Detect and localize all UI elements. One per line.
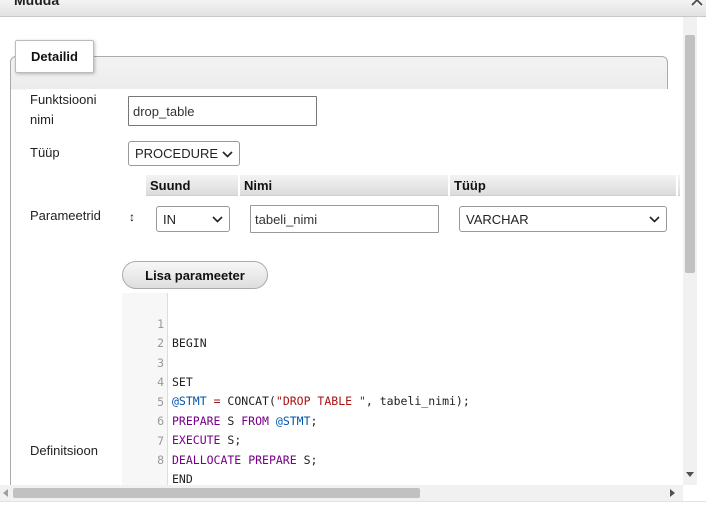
vertical-scrollbar-thumb[interactable] xyxy=(685,35,695,273)
vertical-scrollbar[interactable] xyxy=(683,17,697,485)
code-text: DEALLOCATE PREPARE S; xyxy=(172,453,318,467)
chevron-down-icon xyxy=(222,150,233,158)
function-name-input[interactable] xyxy=(128,96,317,126)
function-name-label-line2: nimi xyxy=(30,112,54,127)
params-label: Parameetrid xyxy=(30,208,101,223)
chevron-up-icon[interactable] xyxy=(690,0,704,13)
params-header: Suund Nimi Tüüp xyxy=(146,175,680,196)
param-header-name: Nimi xyxy=(244,178,273,193)
add-parameter-button[interactable]: Lisa parameeter xyxy=(122,261,268,289)
code-line: 5 PREPARE S FROM @STMT; xyxy=(122,374,317,428)
code-editor[interactable]: 1 BEGIN 2 3 SET 4 @STMT = CONCAT("DROP T… xyxy=(122,293,668,489)
type-select-value: PROCEDURE xyxy=(135,146,219,161)
type-label: Tüüp xyxy=(30,145,60,160)
line-number: 8 xyxy=(157,453,164,467)
param-name-input[interactable] xyxy=(250,205,439,233)
scroll-right-icon[interactable] xyxy=(670,489,676,497)
horizontal-scrollbar-thumb[interactable] xyxy=(13,488,420,498)
code-line: 4 @STMT = CONCAT("DROP TABLE ", tabeli_n… xyxy=(122,354,470,408)
code-line: 8 END xyxy=(122,432,193,486)
scroll-down-icon[interactable] xyxy=(686,472,694,478)
code-text: EXECUTE S; xyxy=(172,433,242,447)
horizontal-scrollbar[interactable] xyxy=(0,485,683,501)
function-name-label-line1: Funktsiooni xyxy=(30,92,97,107)
drag-handle-icon[interactable]: ↕ xyxy=(129,210,135,224)
param-type-value: VARCHAR xyxy=(466,211,529,227)
param-header-type: Tüüp xyxy=(454,178,486,193)
chevron-down-icon xyxy=(649,216,660,223)
code-line: 7 DEALLOCATE PREPARE S; xyxy=(122,413,317,467)
param-direction-value: IN xyxy=(163,211,176,227)
dialog-title: Muuda xyxy=(14,0,60,8)
code-text: SET xyxy=(172,375,193,389)
dialog-titlebar: Muuda xyxy=(0,0,706,17)
code-line: 2 xyxy=(122,315,164,350)
type-select[interactable]: PROCEDURE xyxy=(128,141,240,166)
param-type-select[interactable]: VARCHAR xyxy=(459,206,667,232)
param-direction-select[interactable]: IN xyxy=(156,206,230,232)
chevron-down-icon xyxy=(212,216,223,223)
header-separator xyxy=(676,175,678,196)
function-name-label: Funktsiooni nimi xyxy=(30,90,96,130)
code-text: PREPARE S FROM @STMT; xyxy=(172,414,318,428)
dialog-bottom-edge xyxy=(0,501,706,517)
code-line: 3 SET xyxy=(122,335,193,389)
fieldset-legend: Detailid xyxy=(15,40,94,73)
code-text: @STMT = CONCAT("DROP TABLE ", tabeli_nim… xyxy=(172,394,470,408)
definition-label: Definitsioon xyxy=(30,443,98,458)
code-line: 1 BEGIN xyxy=(122,296,207,350)
code-line: 6 EXECUTE S; xyxy=(122,393,241,447)
param-header-direction: Suund xyxy=(150,178,191,193)
code-text: BEGIN xyxy=(172,336,207,350)
scroll-left-icon[interactable] xyxy=(3,489,9,497)
